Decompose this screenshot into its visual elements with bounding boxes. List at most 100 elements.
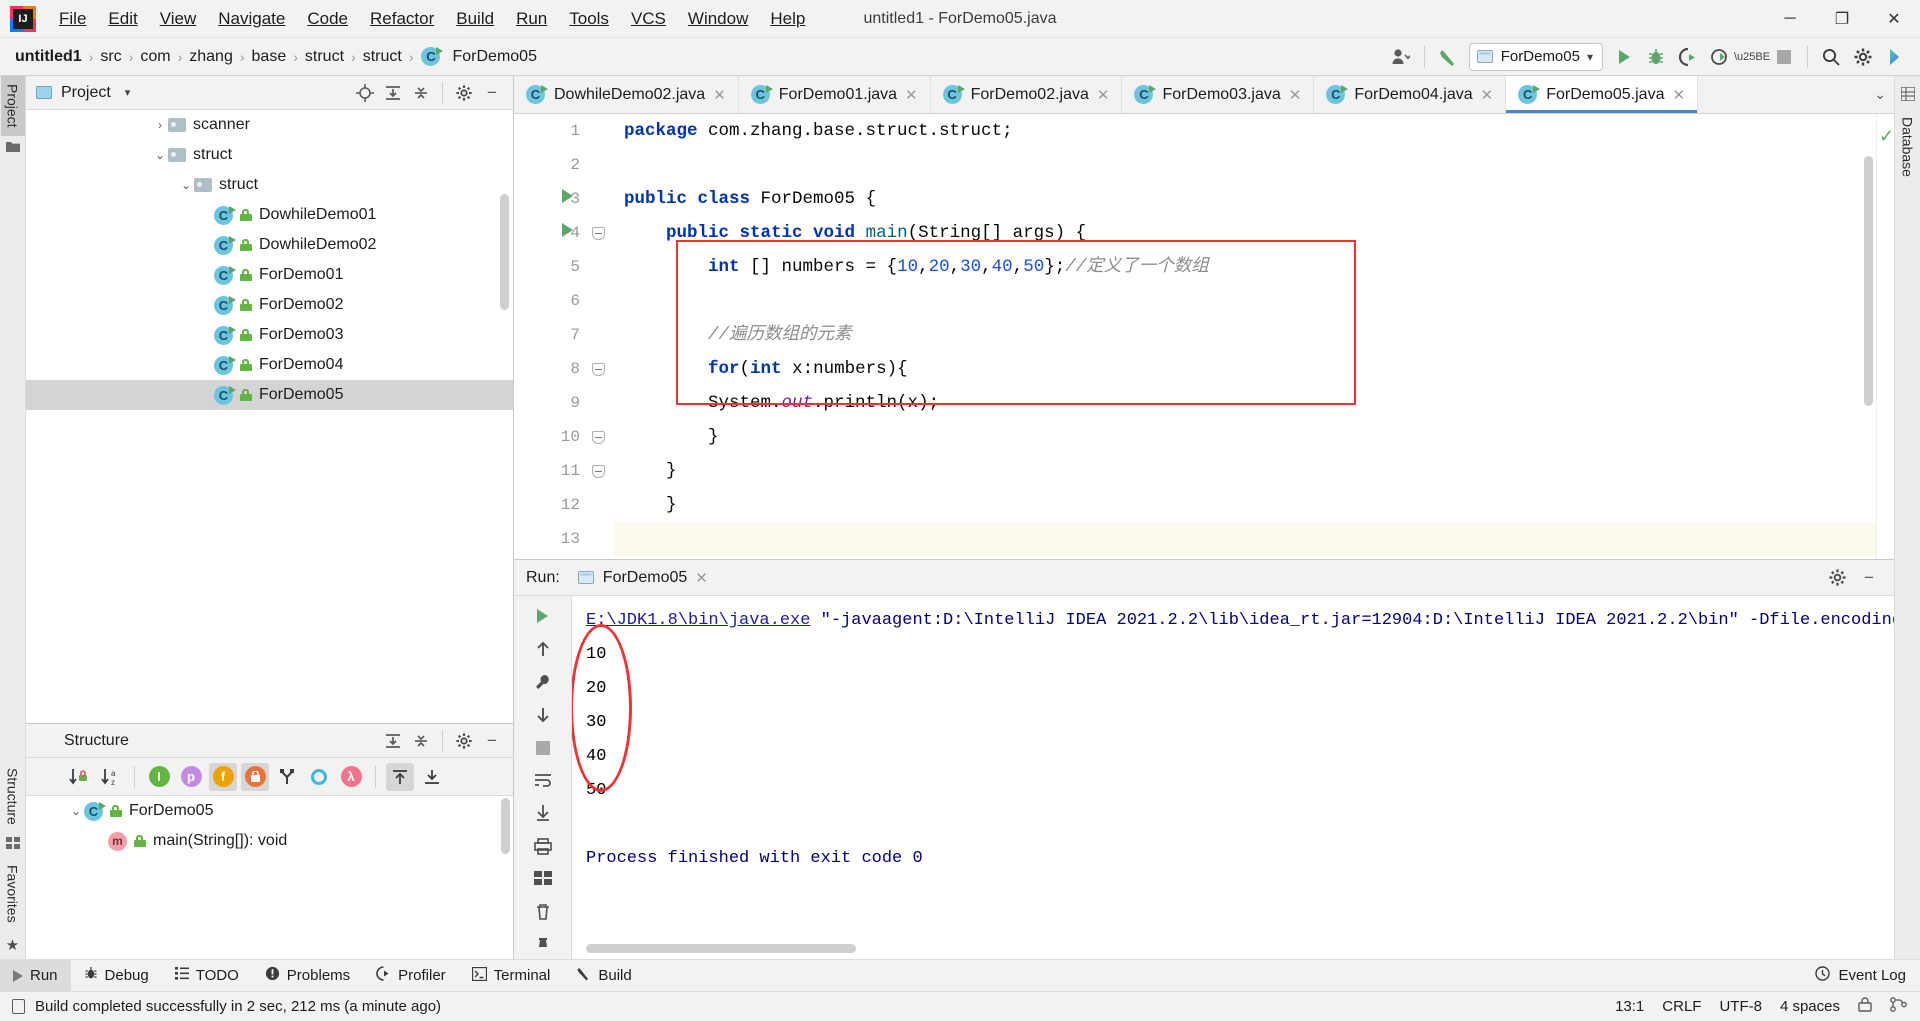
show-anonymous-icon[interactable] bbox=[305, 763, 333, 791]
chevron-down-icon[interactable]: ▾ bbox=[125, 86, 131, 99]
sidebar-item-project[interactable]: Project bbox=[1, 76, 25, 136]
menu-tools[interactable]: Tools bbox=[558, 5, 620, 33]
close-icon[interactable]: ✕ bbox=[711, 86, 728, 104]
fold-region-for-icon[interactable] bbox=[592, 363, 605, 376]
gear-icon[interactable] bbox=[451, 80, 477, 106]
search-icon[interactable] bbox=[1816, 43, 1846, 71]
folder-icon[interactable] bbox=[6, 136, 20, 161]
structure-tree[interactable]: ⌄ C ForDemo05 m main(String[]): void bbox=[26, 796, 513, 959]
up-icon[interactable] bbox=[526, 635, 560, 664]
collapse-all-icon[interactable] bbox=[408, 728, 434, 754]
bottom-tab-run[interactable]: Run bbox=[0, 960, 71, 991]
editor-tab-dowhiledemo02[interactable]: C DowhileDemo02.java ✕ bbox=[514, 76, 739, 113]
pin-icon[interactable] bbox=[526, 930, 560, 959]
close-icon[interactable]: ✕ bbox=[1287, 86, 1304, 104]
tree-item-struct-outer[interactable]: ⌄ struct bbox=[26, 140, 513, 170]
breadcrumb-base[interactable]: base bbox=[249, 46, 290, 68]
chevron-down-icon[interactable]: \u25BE bbox=[1737, 43, 1767, 71]
console-java-path-link[interactable]: E:\JDK1.8\bin\java.exe bbox=[586, 611, 810, 630]
coverage-icon[interactable] bbox=[1673, 43, 1703, 71]
show-inherited-icon[interactable]: I bbox=[145, 763, 173, 791]
lock-icon[interactable] bbox=[1858, 997, 1872, 1016]
ide-assistant-icon[interactable] bbox=[1880, 43, 1910, 71]
menu-edit[interactable]: Edit bbox=[97, 5, 148, 33]
menu-view[interactable]: View bbox=[149, 5, 208, 33]
bottom-tab-debug[interactable]: Debug bbox=[71, 960, 162, 991]
show-non-public-icon[interactable] bbox=[241, 763, 269, 791]
menu-navigate[interactable]: Navigate bbox=[207, 5, 296, 33]
line-separator[interactable]: CRLF bbox=[1662, 998, 1701, 1015]
maximize-button[interactable]: ❐ bbox=[1816, 0, 1868, 38]
menu-help[interactable]: Help bbox=[759, 5, 816, 33]
structure-tree-scrollbar[interactable] bbox=[501, 798, 510, 854]
run-tab-fordemo05[interactable]: ForDemo05 ✕ bbox=[578, 569, 708, 587]
bottom-tab-terminal[interactable]: Terminal bbox=[459, 960, 564, 991]
sidebar-item-structure[interactable]: Structure bbox=[1, 760, 25, 833]
sidebar-item-database[interactable]: Database bbox=[1896, 109, 1920, 185]
editor-gutter[interactable]: 1 2 3 4 5 6 7 8 9 10 11 12 13 bbox=[514, 114, 588, 559]
tree-item-dowhiledemo02[interactable]: C DowhileDemo02 bbox=[26, 230, 513, 260]
git-branch-icon[interactable] bbox=[1890, 997, 1908, 1016]
editor-tab-fordemo04[interactable]: C ForDemo04.java ✕ bbox=[1314, 76, 1506, 113]
caret-position[interactable]: 13:1 bbox=[1615, 998, 1644, 1015]
structure-item-main-method[interactable]: m main(String[]): void bbox=[26, 826, 513, 856]
chevron-down-icon[interactable]: ⌄ bbox=[178, 178, 194, 192]
fold-region-end-icon[interactable] bbox=[592, 431, 605, 444]
locate-icon[interactable] bbox=[352, 80, 378, 106]
run-console[interactable]: E:\JDK1.8\bin\java.exe "-javaagent:D:\In… bbox=[572, 596, 1894, 959]
grid-icon[interactable] bbox=[526, 865, 560, 894]
tree-item-dowhiledemo01[interactable]: C DowhileDemo01 bbox=[26, 200, 513, 230]
tree-item-scanner[interactable]: › scanner bbox=[26, 110, 513, 140]
chevron-right-icon[interactable]: › bbox=[152, 118, 168, 132]
breadcrumb-struct-2[interactable]: struct bbox=[360, 46, 405, 68]
close-icon[interactable]: ✕ bbox=[1479, 86, 1496, 104]
chevron-down-icon[interactable]: ⌄ bbox=[152, 148, 168, 162]
run-configuration-selector[interactable]: ForDemo05 ▾ bbox=[1469, 43, 1603, 71]
collapse-all-icon[interactable] bbox=[408, 80, 434, 106]
rerun-icon[interactable] bbox=[526, 602, 560, 631]
code-editor[interactable]: 1 2 3 4 5 6 7 8 9 10 11 12 13 bbox=[514, 114, 1894, 559]
user-icon[interactable] bbox=[1386, 43, 1416, 71]
inspection-marker-bar[interactable]: ✓ bbox=[1876, 114, 1894, 559]
autoscroll-to-source-icon[interactable] bbox=[386, 763, 414, 791]
expand-all-icon[interactable] bbox=[380, 80, 406, 106]
group-methods-icon[interactable] bbox=[273, 763, 301, 791]
hide-icon[interactable]: − bbox=[1856, 565, 1882, 591]
tree-item-fordemo04[interactable]: C ForDemo04 bbox=[26, 350, 513, 380]
scroll-to-end-icon[interactable] bbox=[526, 799, 560, 828]
project-tree-scrollbar[interactable] bbox=[500, 194, 509, 310]
editor-vertical-scrollbar[interactable] bbox=[1864, 156, 1873, 406]
trash-icon[interactable] bbox=[526, 897, 560, 926]
editor-tab-fordemo03[interactable]: C ForDemo03.java ✕ bbox=[1122, 76, 1314, 113]
wrench-icon[interactable] bbox=[526, 668, 560, 697]
event-log-label[interactable]: Event Log bbox=[1838, 967, 1906, 984]
indent-setting[interactable]: 4 spaces bbox=[1780, 998, 1840, 1015]
editor-tabs-overflow[interactable]: ⌄ bbox=[1866, 76, 1894, 113]
breadcrumb-src[interactable]: src bbox=[97, 46, 124, 68]
console-horizontal-scrollbar[interactable] bbox=[586, 944, 856, 953]
breadcrumb-struct-1[interactable]: struct bbox=[302, 46, 347, 68]
stop-icon[interactable] bbox=[526, 733, 560, 762]
menu-file[interactable]: File bbox=[48, 5, 97, 33]
print-icon[interactable] bbox=[526, 832, 560, 861]
chevron-down-icon[interactable]: ⌄ bbox=[68, 804, 84, 818]
bottom-tab-todo[interactable]: TODO bbox=[162, 960, 252, 991]
breadcrumb-com[interactable]: com bbox=[137, 46, 173, 68]
profile-icon[interactable] bbox=[1705, 43, 1735, 71]
menu-window[interactable]: Window bbox=[677, 5, 759, 33]
gear-icon[interactable] bbox=[451, 728, 477, 754]
structure-grid-icon[interactable] bbox=[6, 832, 20, 857]
menu-vcs[interactable]: VCS bbox=[620, 5, 677, 33]
editor-tab-fordemo01[interactable]: C ForDemo01.java ✕ bbox=[739, 76, 931, 113]
close-icon[interactable]: ✕ bbox=[1670, 86, 1687, 104]
sort-alphabetically-icon[interactable]: az bbox=[96, 763, 124, 791]
code-text-area[interactable]: package com.zhang.base.struct.struct; pu… bbox=[614, 114, 1876, 559]
tree-item-fordemo05[interactable]: C ForDemo05 bbox=[26, 380, 513, 410]
hammer-icon[interactable] bbox=[1433, 43, 1463, 71]
sidebar-item-favorites[interactable]: Favorites bbox=[1, 857, 25, 931]
fold-region-method-icon[interactable] bbox=[592, 227, 605, 240]
hide-icon[interactable]: − bbox=[479, 80, 505, 106]
editor-tab-fordemo05[interactable]: C ForDemo05.java ✕ bbox=[1506, 76, 1698, 113]
star-icon[interactable]: ★ bbox=[6, 931, 19, 959]
autoscroll-from-source-icon[interactable] bbox=[418, 763, 446, 791]
